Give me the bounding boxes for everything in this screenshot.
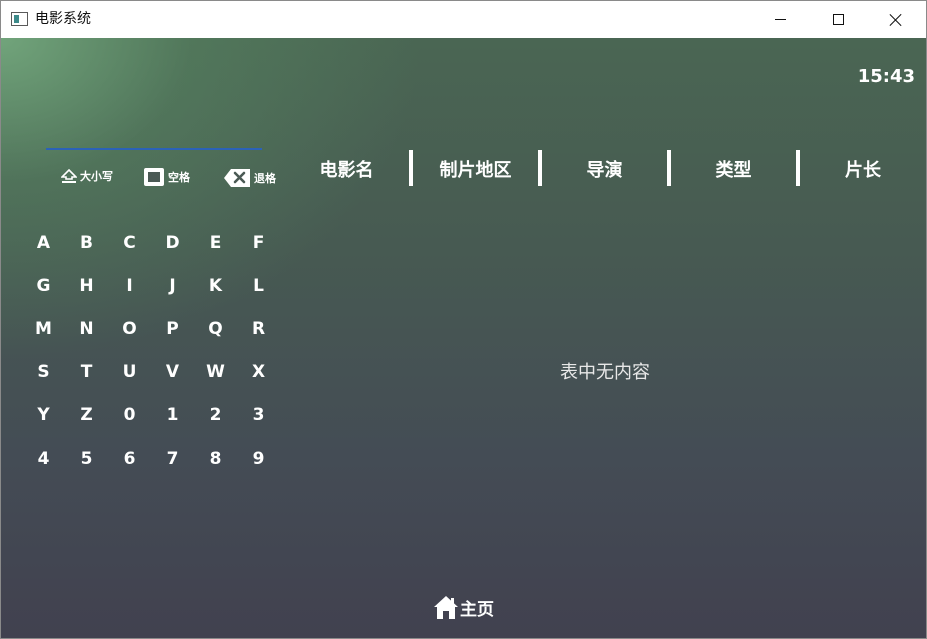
caps-lock-icon xyxy=(61,168,77,183)
key-l[interactable]: L xyxy=(237,264,280,307)
key-7[interactable]: 7 xyxy=(151,437,194,480)
key-r[interactable]: R xyxy=(237,307,280,350)
key-s[interactable]: S xyxy=(22,351,65,394)
key-4[interactable]: 4 xyxy=(22,437,65,480)
key-x[interactable]: X xyxy=(237,351,280,394)
column-header-duration[interactable]: 片长 xyxy=(800,150,926,188)
key-g[interactable]: G xyxy=(22,264,65,307)
key-f[interactable]: F xyxy=(237,221,280,264)
space-icon xyxy=(144,168,164,186)
key-h[interactable]: H xyxy=(65,264,108,307)
main-content: 15:43 大小写 空格 退格 ABCDEF GHIJKL MNOPQR STUVWX… xyxy=(1,38,926,638)
backspace-button[interactable]: 退格 xyxy=(223,168,276,188)
key-a[interactable]: A xyxy=(22,221,65,264)
search-input-underline[interactable] xyxy=(46,148,262,150)
key-p[interactable]: P xyxy=(151,307,194,350)
caps-lock-label: 大小写 xyxy=(80,170,113,183)
column-header-director[interactable]: 导演 xyxy=(542,150,667,188)
key-u[interactable]: U xyxy=(108,351,151,394)
clock: 15:43 xyxy=(857,66,915,87)
window-title: 电影系统 xyxy=(35,11,91,27)
key-0[interactable]: 0 xyxy=(108,394,151,437)
key-m[interactable]: M xyxy=(22,307,65,350)
title-bar: 电影系统 xyxy=(1,1,926,38)
empty-table-message: 表中无内容 xyxy=(560,362,650,383)
key-j[interactable]: J xyxy=(151,264,194,307)
key-y[interactable]: Y xyxy=(22,394,65,437)
key-e[interactable]: E xyxy=(194,221,237,264)
backspace-icon xyxy=(224,169,250,187)
key-o[interactable]: O xyxy=(108,307,151,350)
key-c[interactable]: C xyxy=(108,221,151,264)
on-screen-keyboard: ABCDEF GHIJKL MNOPQR STUVWX YZ0123 456789 xyxy=(22,221,280,480)
column-header-genre[interactable]: 类型 xyxy=(671,150,796,188)
close-button[interactable] xyxy=(867,1,925,38)
backspace-label: 退格 xyxy=(254,172,276,185)
key-i[interactable]: I xyxy=(108,264,151,307)
space-button[interactable]: 空格 xyxy=(144,168,190,186)
minimize-icon xyxy=(774,19,786,20)
key-1[interactable]: 1 xyxy=(151,394,194,437)
key-n[interactable]: N xyxy=(65,307,108,350)
key-9[interactable]: 9 xyxy=(237,437,280,480)
key-t[interactable]: T xyxy=(65,351,108,394)
key-d[interactable]: D xyxy=(151,221,194,264)
maximize-icon xyxy=(832,14,844,25)
key-q[interactable]: Q xyxy=(194,307,237,350)
minimize-button[interactable] xyxy=(751,1,809,38)
key-w[interactable]: W xyxy=(194,351,237,394)
caps-lock-button[interactable]: 大小写 xyxy=(61,168,113,184)
maximize-button[interactable] xyxy=(809,1,867,38)
key-k[interactable]: K xyxy=(194,264,237,307)
key-v[interactable]: V xyxy=(151,351,194,394)
app-icon xyxy=(11,12,28,26)
key-3[interactable]: 3 xyxy=(237,394,280,437)
key-z[interactable]: Z xyxy=(65,394,108,437)
key-6[interactable]: 6 xyxy=(108,437,151,480)
space-label: 空格 xyxy=(168,171,190,184)
home-icon xyxy=(434,596,458,619)
key-2[interactable]: 2 xyxy=(194,394,237,437)
home-label: 主页 xyxy=(460,599,494,620)
app-window: 电影系统 15:43 大小写 空格 退格 ABCDEF GHIJKL MNOPQR S… xyxy=(0,0,927,639)
key-8[interactable]: 8 xyxy=(194,437,237,480)
close-icon xyxy=(889,13,903,27)
column-header-title[interactable]: 电影名 xyxy=(284,150,409,188)
home-button[interactable]: 主页 xyxy=(433,594,494,620)
key-5[interactable]: 5 xyxy=(65,437,108,480)
table-header: 电影名 制片地区 导演 类型 片长 xyxy=(284,150,926,188)
key-b[interactable]: B xyxy=(65,221,108,264)
column-header-region[interactable]: 制片地区 xyxy=(413,150,538,188)
